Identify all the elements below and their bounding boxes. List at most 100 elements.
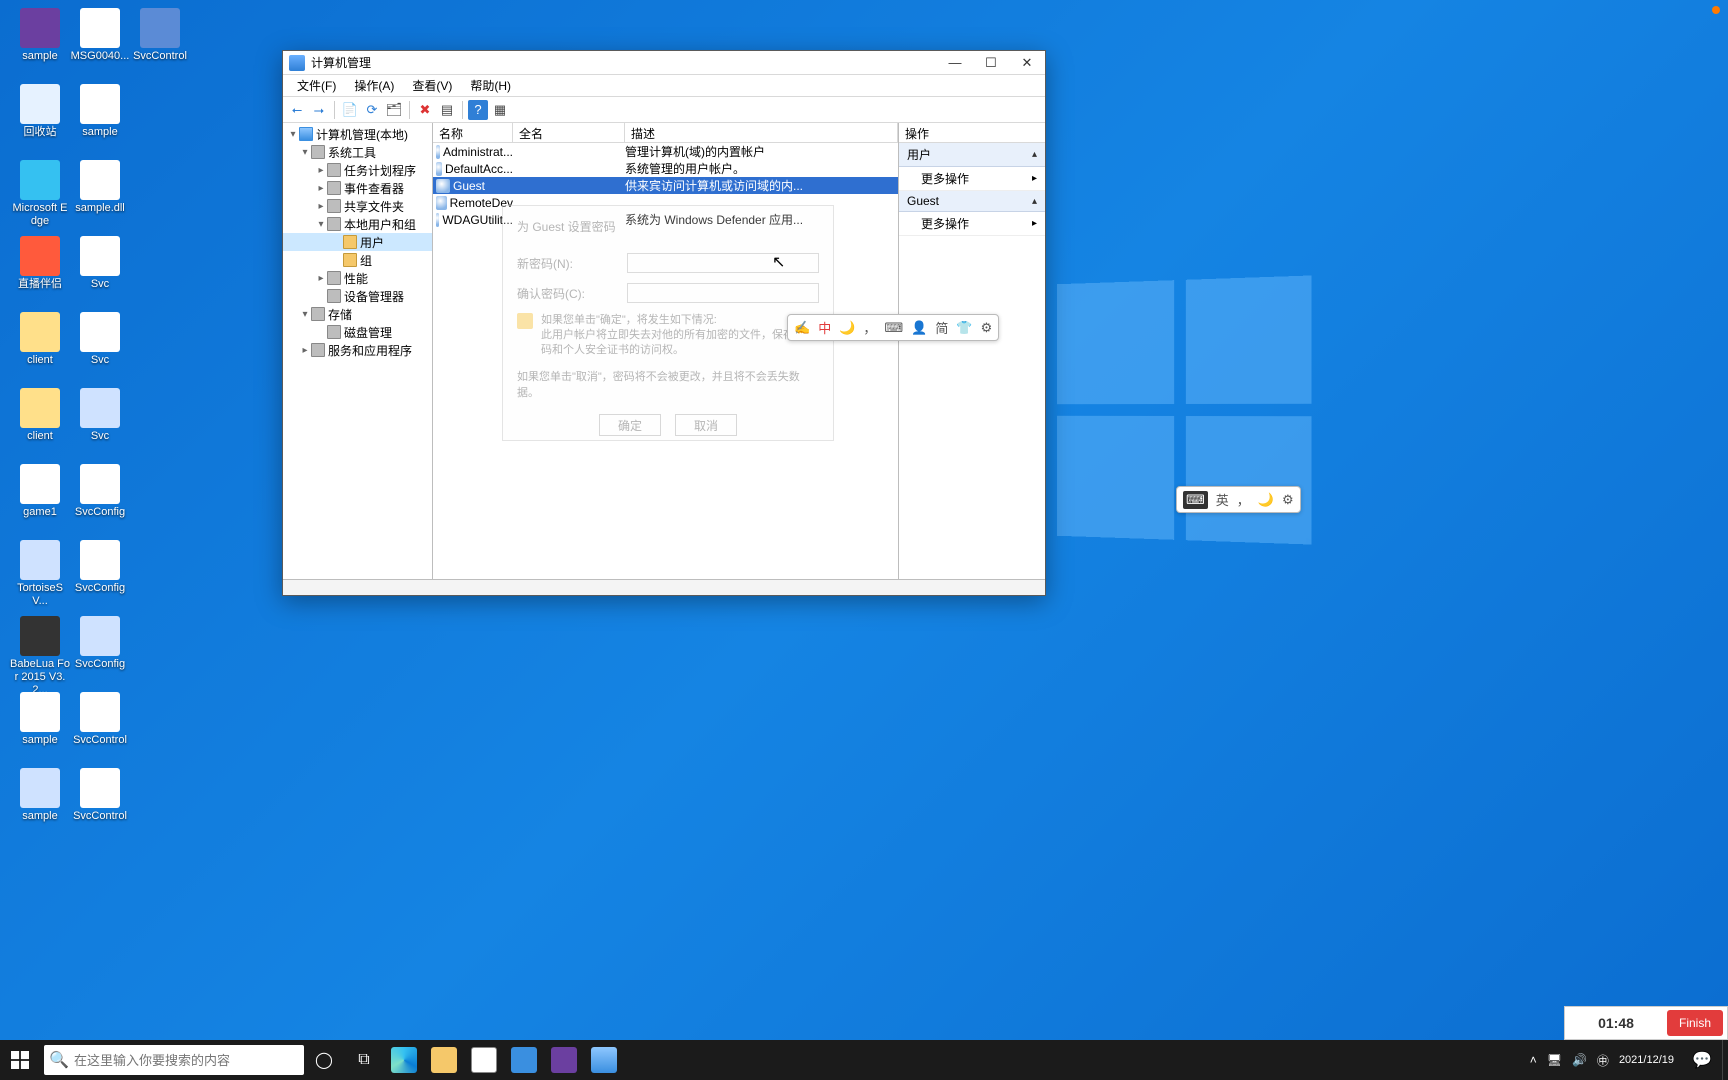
tree-local-users[interactable]: ▾本地用户和组 — [283, 215, 432, 233]
ime-keyboard-icon[interactable]: ⌨ — [884, 320, 903, 336]
taskbar-store[interactable] — [464, 1040, 504, 1080]
tray-ime-icon[interactable]: ㊥ — [1597, 1052, 1609, 1069]
maximize-button[interactable]: ☐ — [973, 52, 1009, 74]
ime-moon-icon[interactable]: 🌙 — [839, 320, 855, 336]
tray-notifications-icon[interactable]: 💬 — [1682, 1040, 1722, 1080]
desktop-icon[interactable]: Svc — [68, 388, 132, 443]
col-description[interactable]: 描述 — [625, 123, 898, 142]
desktop-icon[interactable]: sample.dll — [68, 160, 132, 215]
taskbar-search[interactable]: 🔍 — [44, 1045, 304, 1075]
help-button[interactable]: ? — [468, 100, 488, 120]
up-button[interactable]: 📄 — [340, 100, 360, 120]
desktop-icon[interactable]: SvcConfig — [68, 464, 132, 519]
titlebar[interactable]: 计算机管理 — ☐ ✕ — [283, 51, 1045, 75]
desktop-icon[interactable]: game1 — [8, 464, 72, 519]
ime-settings-icon[interactable]: ⚙ — [981, 320, 993, 336]
forward-button[interactable]: ⭢ — [309, 100, 329, 120]
desktop-icon[interactable]: 回收站 — [8, 84, 72, 139]
ime-toolbar-1[interactable]: ✍ 中 🌙 ， ⌨ 👤 简 👕 ⚙ — [787, 314, 999, 341]
tree-shared-folders[interactable]: ▸共享文件夹 — [283, 197, 432, 215]
tree-disk-mgmt[interactable]: 磁盘管理 — [283, 323, 432, 341]
tree-device-manager[interactable]: 设备管理器 — [283, 287, 432, 305]
col-name[interactable]: 名称 — [433, 123, 513, 142]
tray-network-icon[interactable]: 🖥 — [1547, 1053, 1562, 1067]
desktop-icon[interactable]: Svc — [68, 312, 132, 367]
properties-button[interactable]: ▤ — [437, 100, 457, 120]
desktop-icon[interactable]: TortoiseSV... — [8, 540, 72, 608]
menu-help[interactable]: 帮助(H) — [462, 75, 519, 96]
tree-services[interactable]: ▸服务和应用程序 — [283, 341, 432, 359]
finish-button[interactable]: Finish — [1667, 1010, 1723, 1036]
tray-chevron-icon[interactable]: ˄ — [1530, 1053, 1537, 1067]
back-button[interactable]: ⭠ — [287, 100, 307, 120]
tree-event-viewer[interactable]: ▸事件查看器 — [283, 179, 432, 197]
menu-view[interactable]: 查看(V) — [404, 75, 460, 96]
user-row[interactable]: RemoteDev — [433, 194, 898, 211]
ime-keyboard-icon[interactable]: ⌨ — [1183, 491, 1208, 509]
taskbar-clock[interactable]: 2021/12/19 — [1619, 1054, 1682, 1067]
desktop-icon[interactable]: SvcConfig — [68, 540, 132, 595]
taskbar-explorer[interactable] — [424, 1040, 464, 1080]
desktop-icon[interactable]: sample — [8, 8, 72, 63]
menu-file[interactable]: 文件(F) — [289, 75, 344, 96]
desktop-icon[interactable]: client — [8, 388, 72, 443]
ime-toolbar-2[interactable]: ⌨ 英 ， 🌙 ⚙ — [1176, 486, 1301, 513]
taskbar-edge[interactable] — [384, 1040, 424, 1080]
desktop-icon[interactable]: sample — [8, 768, 72, 823]
desktop-icon[interactable]: 直播伴侣 — [8, 236, 72, 291]
tree-performance[interactable]: ▸性能 — [283, 269, 432, 287]
tree-groups[interactable]: 组 — [283, 251, 432, 269]
desktop-icon[interactable]: sample — [68, 84, 132, 139]
taskbar-compmgmt[interactable] — [584, 1040, 624, 1080]
desktop-icon[interactable]: SvcControl — [128, 8, 192, 63]
ime-simplified[interactable]: 简 — [935, 318, 948, 337]
ime-settings-icon[interactable]: ⚙ — [1282, 492, 1294, 508]
user-row[interactable]: WDAGUtilit...系统为 Windows Defender 应用... — [433, 211, 898, 228]
ime-logo-icon[interactable]: ✍ — [794, 320, 810, 336]
users-list[interactable]: 名称 全名 描述 Administrat...管理计算机(域)的内置帐户Defa… — [433, 123, 899, 579]
search-input[interactable] — [74, 1053, 304, 1068]
desktop-icon[interactable]: Svc — [68, 236, 132, 291]
system-tray[interactable]: ˄ 🖥 🔊 ㊥ — [1520, 1052, 1619, 1069]
user-row[interactable]: Administrat...管理计算机(域)的内置帐户 — [433, 143, 898, 160]
desktop-icon[interactable]: BabeLua For 2015 V3.2... — [8, 616, 72, 697]
minimize-button[interactable]: — — [937, 52, 973, 74]
start-button[interactable] — [0, 1040, 40, 1080]
ime-lang-cn[interactable]: 中 — [818, 318, 831, 337]
extra-button[interactable]: ▦ — [490, 100, 510, 120]
tray-volume-icon[interactable]: 🔊 — [1572, 1053, 1587, 1067]
tree-root[interactable]: ▾计算机管理(本地) — [283, 125, 432, 143]
export-button[interactable]: 🗂 — [384, 100, 404, 120]
tree-storage[interactable]: ▾存储 — [283, 305, 432, 323]
nav-tree[interactable]: ▾计算机管理(本地) ▾系统工具 ▸任务计划程序 ▸事件查看器 ▸共享文件夹 ▾… — [283, 123, 433, 579]
ime-punct[interactable]: ， — [863, 318, 876, 337]
delete-button[interactable]: ✖ — [415, 100, 435, 120]
refresh-button[interactable]: ⟳ — [362, 100, 382, 120]
actions-section-guest[interactable]: Guest▴ — [899, 191, 1045, 212]
actions-more-2[interactable]: 更多操作▸ — [899, 212, 1045, 236]
ime-skin-icon[interactable]: 👕 — [956, 320, 972, 336]
user-row[interactable]: Guest供来宾访问计算机或访问域的内... — [433, 177, 898, 194]
desktop-icon[interactable]: SvcControl — [68, 692, 132, 747]
user-row[interactable]: DefaultAcc...系统管理的用户帐户。 — [433, 160, 898, 177]
desktop-icon[interactable]: MSG0040... — [68, 8, 132, 63]
taskview-button[interactable]: ⧉ — [344, 1040, 384, 1080]
tree-users[interactable]: 用户 — [283, 233, 432, 251]
ime-user-icon[interactable]: 👤 — [911, 320, 927, 336]
show-desktop-button[interactable] — [1722, 1040, 1728, 1080]
cortana-button[interactable]: ◯ — [304, 1040, 344, 1080]
menu-action[interactable]: 操作(A) — [346, 75, 402, 96]
ime-punct[interactable]: ， — [1237, 490, 1250, 509]
tree-task-scheduler[interactable]: ▸任务计划程序 — [283, 161, 432, 179]
desktop-icon[interactable]: sample — [8, 692, 72, 747]
tree-system-tools[interactable]: ▾系统工具 — [283, 143, 432, 161]
close-button[interactable]: ✕ — [1009, 52, 1045, 74]
desktop-icon[interactable]: SvcControl — [68, 768, 132, 823]
ime-moon-icon[interactable]: 🌙 — [1258, 492, 1274, 508]
taskbar-mail[interactable] — [504, 1040, 544, 1080]
col-fullname[interactable]: 全名 — [513, 123, 625, 142]
desktop-icon[interactable]: SvcConfig — [68, 616, 132, 671]
desktop-icon[interactable]: Microsoft Edge — [8, 160, 72, 228]
actions-section-users[interactable]: 用户▴ — [899, 143, 1045, 167]
actions-more-1[interactable]: 更多操作▸ — [899, 167, 1045, 191]
